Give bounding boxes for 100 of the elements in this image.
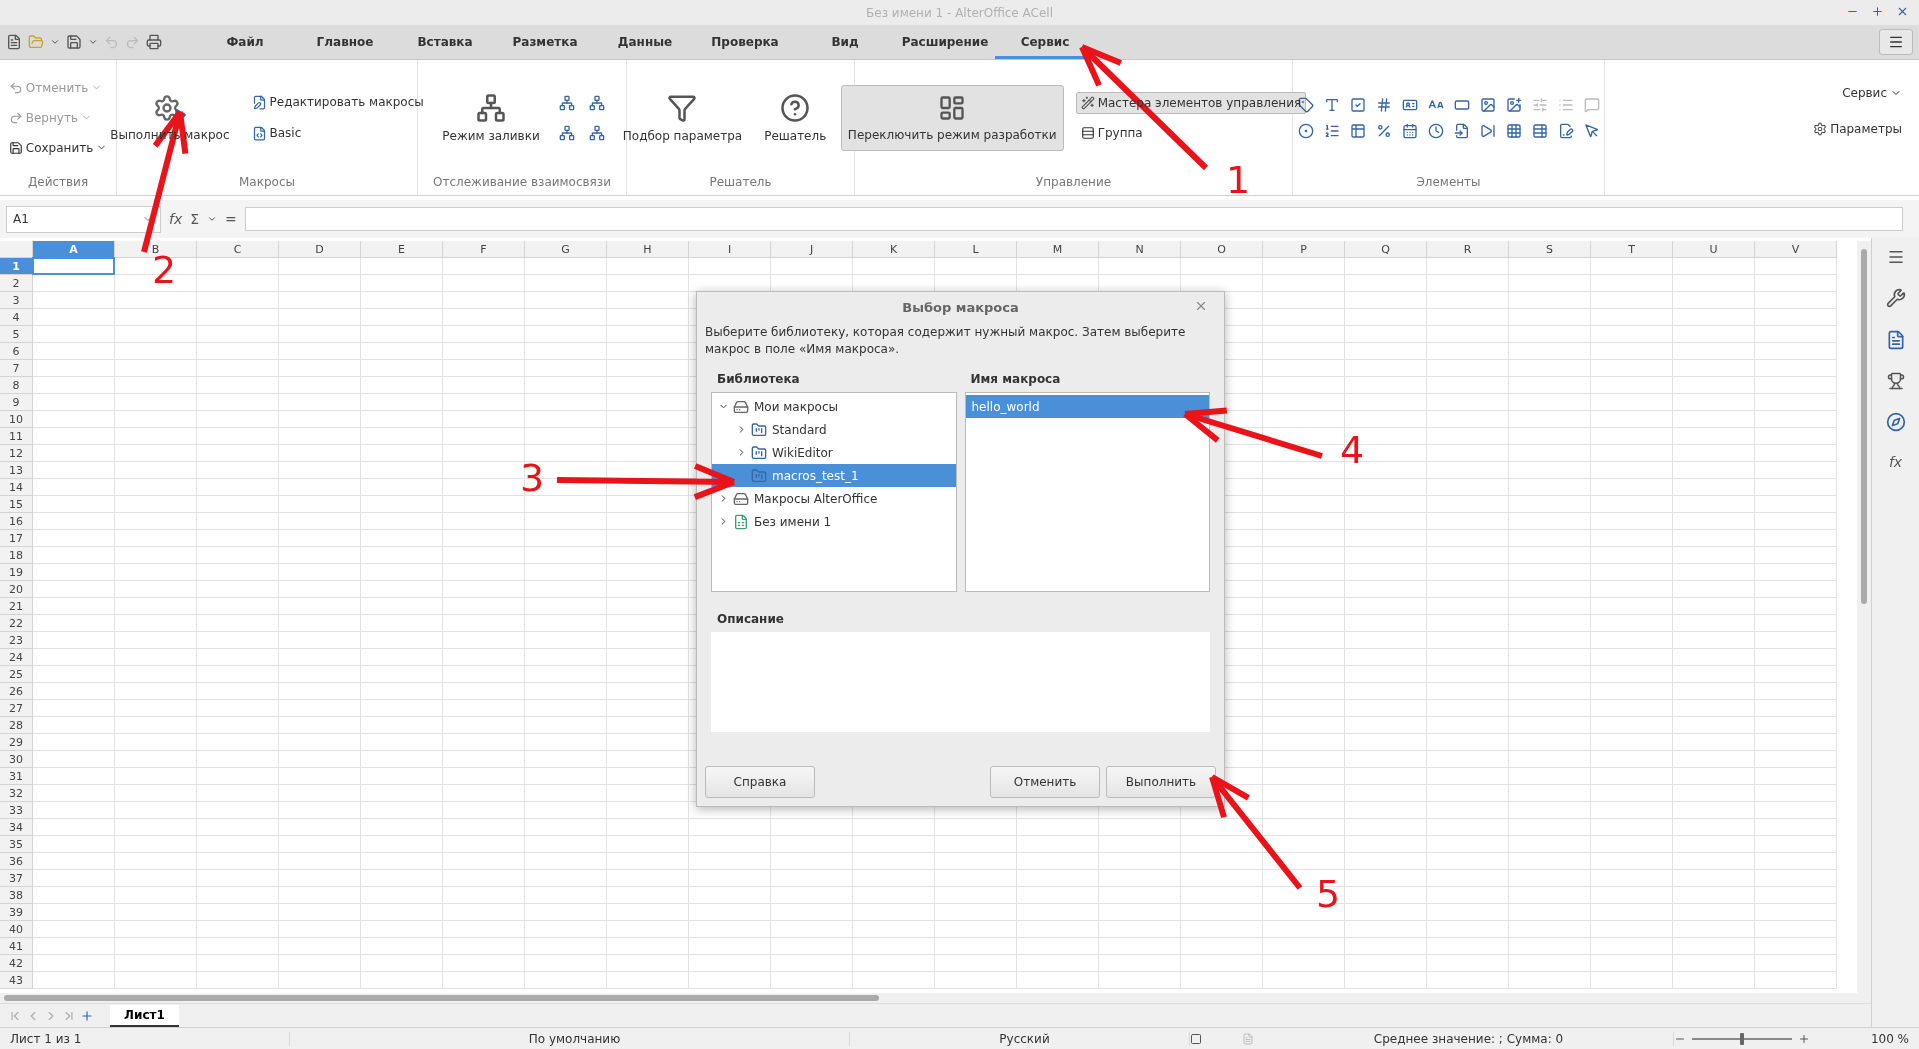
function-wizard-button[interactable]: fx xyxy=(169,211,183,227)
formula-button[interactable]: = xyxy=(225,211,237,227)
row-header[interactable]: 14 xyxy=(0,479,33,496)
slider-thumb[interactable] xyxy=(1740,1032,1744,1045)
macro-button[interactable]: Редактировать макросы xyxy=(246,90,429,114)
row-header[interactable]: 33 xyxy=(0,802,33,819)
row-header[interactable]: 39 xyxy=(0,904,33,921)
column-header[interactable]: M xyxy=(1017,241,1099,258)
row-header[interactable]: 34 xyxy=(0,819,33,836)
row-header[interactable]: 35 xyxy=(0,836,33,853)
row-header[interactable]: 12 xyxy=(0,445,33,462)
close-icon[interactable] xyxy=(1896,5,1909,18)
row-header[interactable]: 4 xyxy=(0,309,33,326)
row-header[interactable]: 32 xyxy=(0,785,33,802)
row-header[interactable]: 2 xyxy=(0,275,33,292)
column-header[interactable]: D xyxy=(279,241,361,258)
row-header[interactable]: 20 xyxy=(0,581,33,598)
scrollbar-thumb[interactable] xyxy=(4,995,879,1001)
column-header[interactable]: K xyxy=(853,241,935,258)
maximize-icon[interactable] xyxy=(1871,5,1884,18)
row-header[interactable]: 13 xyxy=(0,462,33,479)
row-header[interactable]: 3 xyxy=(0,292,33,309)
sum-button[interactable]: Σ xyxy=(190,211,200,227)
functions-button[interactable]: fx xyxy=(1888,454,1903,470)
horizontal-scrollbar[interactable] xyxy=(0,993,1871,1003)
group-button[interactable]: Группа xyxy=(1075,121,1148,144)
row-header[interactable]: 40 xyxy=(0,921,33,938)
row-header[interactable]: 21 xyxy=(0,598,33,615)
help-button[interactable]: Справка xyxy=(705,766,815,798)
column-header[interactable]: E xyxy=(361,241,443,258)
row-header[interactable]: 11 xyxy=(0,428,33,445)
row-header[interactable]: 41 xyxy=(0,938,33,955)
row-header[interactable]: 27 xyxy=(0,700,33,717)
row-header[interactable]: 24 xyxy=(0,649,33,666)
sheet-tab[interactable]: Лист1 xyxy=(110,1004,179,1027)
menu-tab[interactable]: Главное xyxy=(295,25,395,59)
row-header[interactable]: 9 xyxy=(0,394,33,411)
row-header[interactable]: 29 xyxy=(0,734,33,751)
row-header[interactable]: 16 xyxy=(0,513,33,530)
menu-tab[interactable]: Файл xyxy=(195,25,295,59)
name-box[interactable]: A1 xyxy=(6,205,161,233)
row-header[interactable]: 36 xyxy=(0,853,33,870)
tree-item[interactable]: Standard xyxy=(712,418,956,441)
column-header[interactable]: V xyxy=(1755,241,1837,258)
row-header[interactable]: 30 xyxy=(0,751,33,768)
design-mode-toggle[interactable]: Переключить режим разработки xyxy=(840,84,1064,151)
row-header[interactable]: 43 xyxy=(0,972,33,989)
row-header[interactable]: 17 xyxy=(0,530,33,547)
macro-button[interactable]: Basic xyxy=(246,121,307,145)
row-header[interactable]: 7 xyxy=(0,360,33,377)
menu-tab[interactable]: Проверка xyxy=(695,25,795,59)
options-button[interactable]: Параметры xyxy=(1808,118,1907,140)
row-header[interactable]: 15 xyxy=(0,496,33,513)
tree-item[interactable]: Макросы AlterOffice xyxy=(712,487,956,510)
column-header[interactable]: J xyxy=(771,241,853,258)
row-header[interactable]: 38 xyxy=(0,887,33,904)
menu-tab[interactable]: Данные xyxy=(595,25,695,59)
vertical-scrollbar[interactable] xyxy=(1857,241,1871,993)
row-header[interactable]: 18 xyxy=(0,547,33,564)
row-header[interactable]: 8 xyxy=(0,377,33,394)
tree-item[interactable]: Мои макросы xyxy=(712,395,956,418)
column-header[interactable]: F xyxy=(443,241,525,258)
tree-item[interactable]: WikiEditor xyxy=(712,441,956,464)
service-dropdown[interactable]: Сервис xyxy=(1837,82,1907,104)
column-header[interactable]: Q xyxy=(1345,241,1427,258)
column-header[interactable]: S xyxy=(1509,241,1591,258)
row-header[interactable]: 26 xyxy=(0,683,33,700)
column-header[interactable]: L xyxy=(935,241,1017,258)
menu-tab[interactable]: Расширение xyxy=(895,25,995,59)
run-button[interactable]: Выполнить xyxy=(1106,766,1216,798)
menu-tab[interactable]: Вид xyxy=(795,25,895,59)
row-header[interactable]: 31 xyxy=(0,768,33,785)
formula-input[interactable] xyxy=(244,207,1903,231)
library-tree[interactable]: Мои макросы Standard WikiEditor macros_test_1 Макросы AlterOffice Без имени 1 xyxy=(711,392,957,592)
row-header[interactable]: 23 xyxy=(0,632,33,649)
column-header[interactable]: I xyxy=(689,241,771,258)
row-header[interactable]: 28 xyxy=(0,717,33,734)
column-header[interactable]: N xyxy=(1099,241,1181,258)
cancel-button[interactable]: Отменить xyxy=(990,766,1100,798)
row-header[interactable]: 10 xyxy=(0,411,33,428)
solver-button[interactable]: Решатель xyxy=(759,87,832,148)
row-header[interactable]: 37 xyxy=(0,870,33,887)
goal-seek-button[interactable]: Подбор параметра xyxy=(617,87,748,148)
column-header[interactable]: U xyxy=(1673,241,1755,258)
column-header[interactable]: P xyxy=(1263,241,1345,258)
row-header[interactable]: 42 xyxy=(0,955,33,972)
menu-tab[interactable]: Вставка xyxy=(395,25,495,59)
menu-button[interactable] xyxy=(1879,29,1913,55)
column-header[interactable]: O xyxy=(1181,241,1263,258)
column-header[interactable]: T xyxy=(1591,241,1673,258)
tree-item[interactable]: Без имени 1 xyxy=(712,510,956,533)
row-header[interactable]: 25 xyxy=(0,666,33,683)
column-header[interactable]: G xyxy=(525,241,607,258)
column-header[interactable]: H xyxy=(607,241,689,258)
fill-mode-button[interactable]: Режим заливки xyxy=(437,87,545,148)
selected-cell[interactable] xyxy=(32,257,115,275)
scrollbar-thumb[interactable] xyxy=(1861,249,1867,604)
row-header[interactable]: 19 xyxy=(0,564,33,581)
row-header[interactable]: 6 xyxy=(0,343,33,360)
column-header[interactable]: C xyxy=(197,241,279,258)
